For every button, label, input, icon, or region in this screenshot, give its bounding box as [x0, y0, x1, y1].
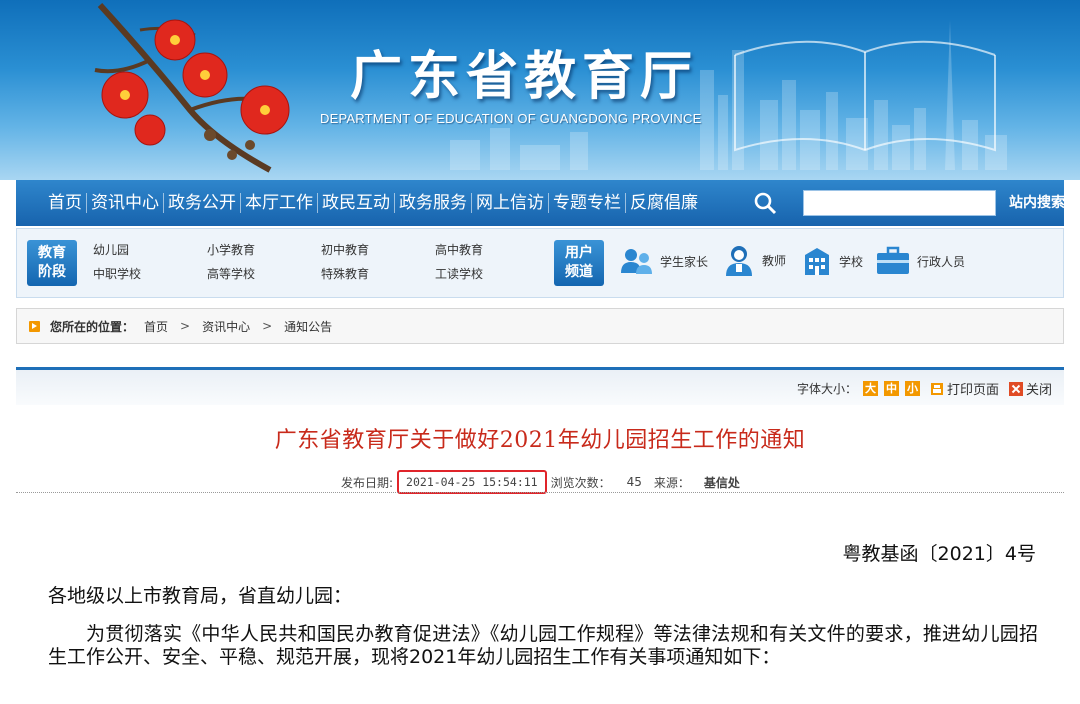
parents-icon	[621, 249, 652, 274]
nav-item-0[interactable]: 首页	[44, 180, 86, 226]
article-meta: 发布日期: 2021-04-25 15:54:11 浏览次数： 45 来源： 基…	[341, 470, 740, 494]
site-banner: 广东省教育厅 DEPARTMENT OF EDUCATION OF GUANGD…	[0, 0, 1080, 180]
font-large-button[interactable]: 大	[862, 381, 878, 396]
search-icon[interactable]	[752, 190, 778, 216]
nav-item-7[interactable]: 专题专栏	[549, 180, 625, 226]
publish-date-label: 发布日期:	[341, 475, 394, 490]
print-page-link[interactable]: 打印页面	[947, 379, 999, 398]
body-paragraph: 为贯彻落实《中华人民共和国民办教育促进法》《幼儿园工作规程》等法律法规和有关文件…	[48, 623, 1038, 668]
stage-badge-line2: 阶段	[38, 264, 66, 280]
site-subtitle: DEPARTMENT OF EDUCATION OF GUANGDONG PRO…	[320, 111, 702, 126]
stage-badge-line1: 教育	[38, 245, 66, 261]
meta-divider	[16, 492, 1064, 493]
user-channel-label: 学生家长	[660, 254, 709, 269]
salutation: 各地级以上市教育局，省直幼儿园：	[48, 585, 353, 607]
breadcrumb-separator: >	[180, 319, 191, 333]
user-channel-schools[interactable]: 学校	[801, 245, 863, 277]
main-nav: 首页 资讯中心 政务公开 本厅工作 政民互动 政务服务 网上信访 专题专栏 反腐倡廉 站内搜索	[16, 180, 1065, 226]
stage-link-higher[interactable]: 高等学校	[207, 265, 255, 282]
search-input[interactable]	[803, 190, 996, 216]
nav-item-8[interactable]: 反腐倡廉	[626, 180, 702, 226]
site-title: 广东省教育厅	[350, 47, 699, 107]
close-page-link[interactable]: 关闭	[1026, 379, 1052, 398]
user-channel-admin[interactable]: 行政人员	[875, 246, 965, 276]
source-label: 来源：	[653, 475, 690, 490]
source-value: 基信处	[703, 475, 740, 490]
teacher-icon	[726, 246, 752, 276]
views-count: 45	[626, 475, 642, 489]
nav-item-4[interactable]: 政民互动	[318, 180, 394, 226]
font-size-label: 字体大小：	[796, 382, 857, 396]
stage-link-primary[interactable]: 小学教育	[207, 241, 255, 258]
nav-items: 首页 资讯中心 政务公开 本厅工作 政民互动 政务服务 网上信访 专题专栏 反腐倡廉	[44, 180, 702, 226]
user-channel-label: 教师	[762, 253, 787, 268]
breadcrumb-news-center[interactable]: 资讯中心	[202, 318, 250, 335]
nav-item-5[interactable]: 政务服务	[395, 180, 471, 226]
category-panel: 教育 阶段 幼儿园 中职学校 小学教育 高等学校 初中教育 特殊教育 高中教育 …	[16, 228, 1064, 298]
user-badge-line1: 用户	[565, 245, 593, 261]
user-channel-parents[interactable]: 学生家长	[620, 247, 708, 275]
breadcrumb-notices[interactable]: 通知公告	[284, 318, 332, 335]
user-channel-badge: 用户 频道	[554, 240, 604, 286]
article-toolbar: 字体大小： 大 中 小 打印页面 关闭	[16, 367, 1064, 405]
close-icon	[1008, 381, 1023, 396]
user-channel-label: 行政人员	[917, 254, 966, 269]
nav-item-6[interactable]: 网上信访	[472, 180, 548, 226]
briefcase-icon	[877, 246, 909, 274]
user-channel-label: 学校	[839, 254, 864, 269]
stage-link-senior[interactable]: 高中教育	[435, 241, 483, 258]
print-icon	[930, 382, 943, 395]
breadcrumb-label: 您所在的位置：	[50, 319, 135, 334]
location-arrow-icon	[29, 320, 40, 332]
font-medium-button[interactable]: 中	[883, 381, 899, 396]
document-number: 粤教基函〔2021〕4号	[842, 543, 1036, 565]
breadcrumb-home[interactable]: 首页	[144, 318, 168, 335]
education-stage-badge: 教育 阶段	[27, 240, 77, 286]
stage-link-reform[interactable]: 工读学校	[435, 265, 483, 282]
publish-date: 2021-04-25 15:54:11	[397, 470, 547, 494]
views-label: 浏览次数：	[550, 475, 611, 490]
stage-link-junior[interactable]: 初中教育	[321, 241, 369, 258]
stage-link-special[interactable]: 特殊教育	[321, 265, 369, 282]
nav-item-3[interactable]: 本厅工作	[241, 180, 317, 226]
site-search-button[interactable]: 站内搜索	[1006, 190, 1068, 216]
font-small-button[interactable]: 小	[904, 381, 920, 396]
breadcrumb: 您所在的位置： 首页 > 资讯中心 > 通知公告	[16, 308, 1064, 344]
school-icon	[805, 248, 829, 275]
nav-item-2[interactable]: 政务公开	[164, 180, 240, 226]
user-channel-teachers[interactable]: 教师	[722, 243, 786, 277]
article-title: 广东省教育厅关于做好2021年幼儿园招生工作的通知	[274, 428, 806, 453]
stage-link-kindergarten[interactable]: 幼儿园	[93, 241, 129, 258]
stage-link-vocational[interactable]: 中职学校	[93, 265, 141, 282]
nav-item-1[interactable]: 资讯中心	[87, 180, 163, 226]
user-badge-line2: 频道	[565, 264, 593, 280]
breadcrumb-separator: >	[262, 319, 273, 333]
